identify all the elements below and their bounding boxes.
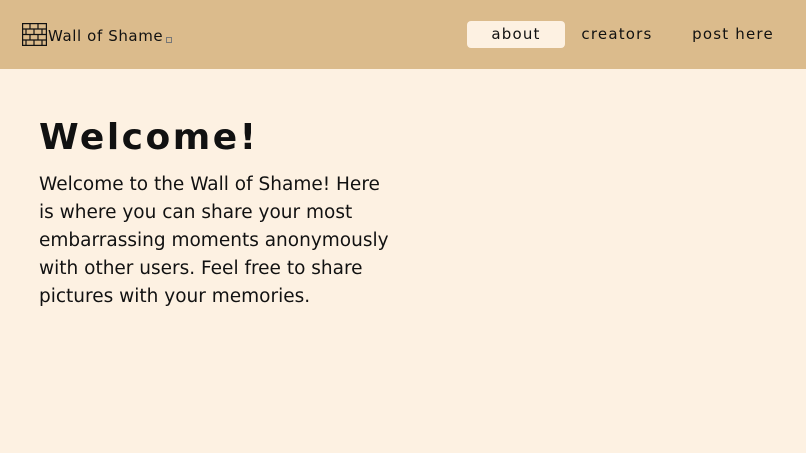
intro-paragraph: Welcome to the Wall of Shame! Here is wh… <box>39 174 389 307</box>
page-title: Welcome! <box>39 117 259 158</box>
nav-tab-about[interactable]: about <box>467 21 565 48</box>
main-nav: about creators post here <box>0 21 806 48</box>
about-section: Welcome! Welcome to the Wall of Shame! H… <box>39 112 399 311</box>
nav-tab-post-here[interactable]: post here <box>683 21 783 48</box>
nav-tab-creators[interactable]: creators <box>572 21 662 48</box>
header: Wall of Shame about creators post here <box>0 0 806 69</box>
